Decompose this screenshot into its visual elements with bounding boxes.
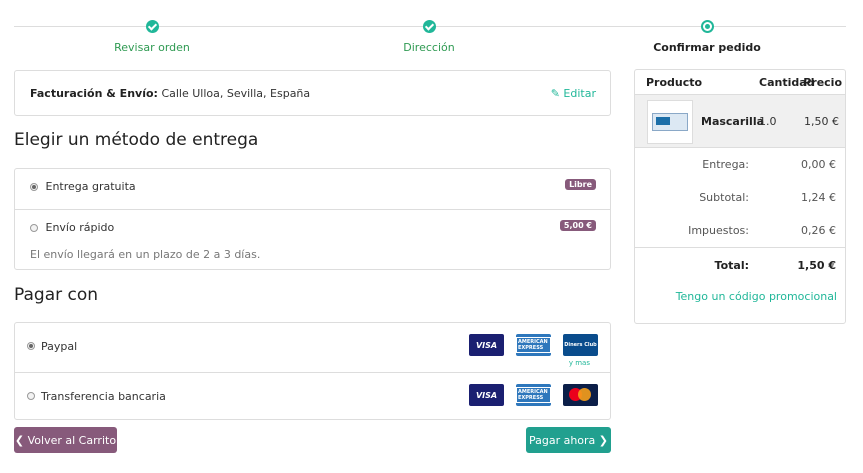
product-thumbnail xyxy=(647,100,693,144)
total-label: Total: xyxy=(714,259,749,272)
summary-total: Total: 1,50 € xyxy=(635,247,845,283)
promo-code-link[interactable]: Tengo un código promocional xyxy=(635,290,837,303)
payment-option-label: Transferencia bancaria xyxy=(41,390,166,403)
billing-shipping-panel: Facturación & Envío: Calle Ulloa, Sevill… xyxy=(14,70,611,116)
payment-methods: Paypal VISA AMERICAN EXPRESS Diners Club… xyxy=(14,322,611,420)
delivery-methods: Entrega gratuita Libre Envío rápido 5,00… xyxy=(14,168,611,270)
product-name: Mascarilla xyxy=(701,115,765,128)
payment-option-label: Paypal xyxy=(41,340,78,353)
radio-button[interactable] xyxy=(30,224,38,232)
delivery-option-free[interactable]: Entrega gratuita Libre xyxy=(15,169,610,209)
delivery-option-label: Envío rápido xyxy=(45,221,115,234)
visa-icon: VISA xyxy=(469,334,504,356)
radio-button[interactable] xyxy=(27,342,35,350)
step-review-order: Revisar orden xyxy=(62,20,242,54)
col-price: Precio xyxy=(803,76,842,89)
payment-title: Pagar con xyxy=(14,285,99,305)
checkout-progress: Revisar orden Dirección Confirmar pedido xyxy=(14,10,846,60)
amex-icon: AMERICAN EXPRESS xyxy=(516,384,551,406)
edit-label: Editar xyxy=(563,87,596,100)
price-badge: Libre xyxy=(565,179,596,190)
amex-icon: AMERICAN EXPRESS xyxy=(516,334,551,356)
line-value: 0,26 € xyxy=(801,224,836,237)
delivery-option-express[interactable]: Envío rápido 5,00 € El envío llegará en … xyxy=(15,209,610,272)
billing-label: Facturación & Envío: xyxy=(30,87,158,100)
line-label: Impuestos: xyxy=(688,224,749,237)
col-product: Producto xyxy=(646,76,703,89)
edit-icon: ✎ xyxy=(550,87,560,100)
more-cards-text: y mas xyxy=(568,359,590,367)
line-value: 1,24 € xyxy=(801,191,836,204)
radio-button[interactable] xyxy=(30,183,38,191)
edit-address-link[interactable]: ✎ Editar xyxy=(551,87,596,100)
visa-icon: VISA xyxy=(469,384,504,406)
check-icon xyxy=(422,20,436,33)
delivery-option-label: Entrega gratuita xyxy=(45,180,136,193)
step-label: Confirmar pedido xyxy=(653,41,761,54)
radio-button[interactable] xyxy=(27,392,35,400)
product-qty: 1.0 xyxy=(759,115,777,128)
summary-line-subtotal: Subtotal: 1,24 € xyxy=(635,181,845,214)
check-icon xyxy=(145,20,159,33)
billing-address: Calle Ulloa, Sevilla, España xyxy=(161,87,311,100)
summary-line-delivery: Entrega: 0,00 € xyxy=(635,148,845,181)
diners-club-icon: Diners Club xyxy=(563,334,598,356)
step-label: Dirección xyxy=(403,41,455,54)
card-logos: VISA AMERICAN EXPRESS Diners Club xyxy=(469,334,598,356)
total-value: 1,50 € xyxy=(797,259,836,272)
back-to-cart-button[interactable]: ❮ Volver al Carrito xyxy=(14,427,117,453)
line-value: 0,00 € xyxy=(801,158,836,171)
product-price: 1,50 € xyxy=(804,115,839,128)
card-logos: VISA AMERICAN EXPRESS xyxy=(469,384,598,406)
summary-header: Producto Cantidad Precio xyxy=(635,70,845,94)
step-confirm-order: Confirmar pedido xyxy=(617,20,797,54)
summary-line-taxes: Impuestos: 0,26 € xyxy=(635,214,845,247)
order-summary: Producto Cantidad Precio Mascarilla 1.0 … xyxy=(634,69,846,324)
current-step-icon xyxy=(700,20,714,33)
line-label: Subtotal: xyxy=(699,191,749,204)
payment-option-paypal[interactable]: Paypal VISA AMERICAN EXPRESS Diners Club… xyxy=(15,323,610,372)
payment-option-transfer[interactable]: Transferencia bancaria VISA AMERICAN EXP… xyxy=(15,372,610,421)
delivery-note: El envío llegará en un plazo de 2 a 3 dí… xyxy=(30,248,261,261)
step-label: Revisar orden xyxy=(114,41,190,54)
pay-now-button[interactable]: Pagar ahora ❯ xyxy=(526,427,611,453)
price-badge: 5,00 € xyxy=(559,220,596,231)
step-address: Dirección xyxy=(339,20,519,54)
line-label: Entrega: xyxy=(702,158,749,171)
mastercard-icon xyxy=(563,384,598,406)
summary-item-row: Mascarilla 1.0 1,50 € xyxy=(635,94,845,148)
delivery-title: Elegir un método de entrega xyxy=(14,130,259,150)
